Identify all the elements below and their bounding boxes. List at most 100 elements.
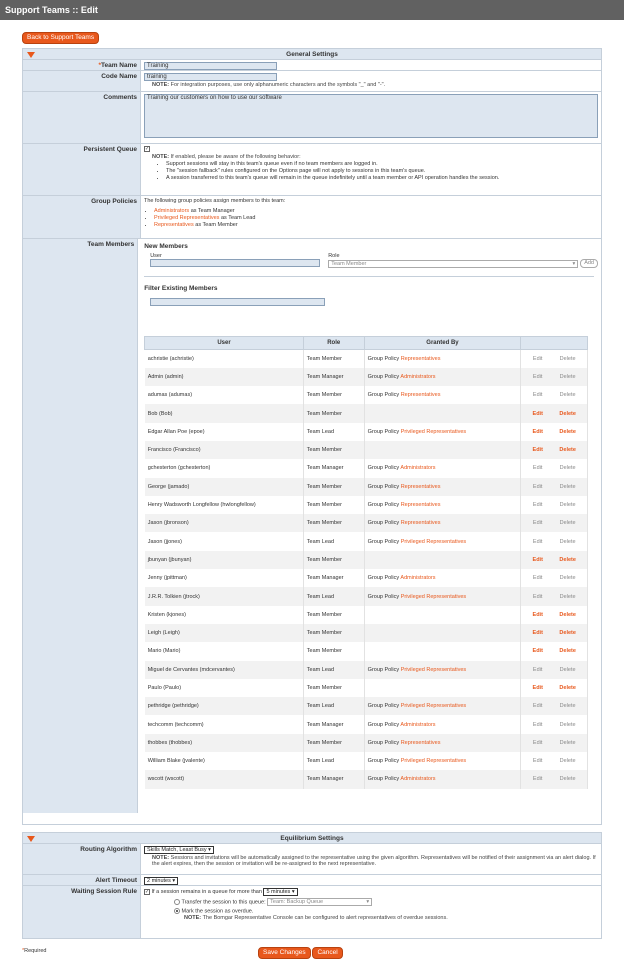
granted-by-policy-link[interactable]: Representatives (401, 356, 441, 362)
save-changes-button[interactable]: Save Changes (258, 947, 311, 959)
delete-member-button[interactable]: Delete (560, 594, 576, 600)
granted-by-policy-link[interactable]: Administrators (400, 465, 435, 471)
edit-member-button[interactable]: Edit (533, 520, 542, 526)
delete-member-button[interactable]: Delete (559, 411, 576, 417)
new-member-user-input[interactable] (150, 259, 321, 267)
delete-member-button[interactable]: Delete (559, 557, 576, 563)
team-name-label: Team Name (100, 62, 137, 69)
delete-member-button[interactable]: Delete (560, 392, 576, 398)
edit-member-button[interactable]: Edit (533, 594, 542, 600)
granted-by-policy-link[interactable]: Privileged Representatives (401, 667, 466, 673)
delete-member-button[interactable]: Delete (559, 429, 576, 435)
granted-by-policy-link[interactable]: Representatives (401, 484, 441, 490)
waiting-time-select[interactable]: 5 minutes ▾ (263, 888, 298, 896)
edit-member-button[interactable]: Edit (533, 411, 543, 417)
edit-member-button[interactable]: Edit (533, 703, 542, 709)
collapse-triangle-icon[interactable] (27, 52, 35, 58)
edit-member-button[interactable]: Edit (533, 484, 542, 490)
table-row: jbunyan (jbunyan) Team Member Edit Delete (144, 550, 589, 570)
granted-by-policy-link[interactable]: Administrators (400, 722, 435, 728)
edit-member-button[interactable]: Edit (533, 648, 543, 654)
edit-member-button[interactable]: Edit (533, 630, 543, 636)
table-row: Jenny (jpittman) Team Manager Group Policy… (144, 569, 589, 588)
edit-member-button[interactable]: Edit (533, 447, 543, 453)
delete-member-button[interactable]: Delete (560, 703, 576, 709)
delete-member-button[interactable]: Delete (560, 502, 576, 508)
delete-member-button[interactable]: Delete (560, 484, 576, 490)
edit-member-button[interactable]: Edit (533, 685, 543, 691)
team-name-input[interactable]: Training (144, 62, 277, 70)
transfer-session-radio[interactable] (174, 899, 180, 905)
alert-timeout-select[interactable]: 2 minutes ▾ (144, 877, 179, 885)
add-member-button[interactable]: Add (580, 259, 598, 268)
delete-member-button[interactable]: Delete (560, 758, 576, 764)
member-role: Team Lead (303, 752, 365, 771)
edit-member-button[interactable]: Edit (533, 612, 543, 618)
persistent-queue-checkbox[interactable]: ✓ (144, 146, 150, 153)
filter-members-input[interactable] (150, 298, 326, 306)
edit-member-button[interactable]: Edit (533, 758, 542, 764)
table-row: achristie (achristie) Team Member Group Po… (144, 349, 589, 368)
group-policy-link[interactable]: Privileged Representatives (154, 215, 219, 221)
member-user: adumas (adumas) (144, 386, 304, 405)
edit-member-button[interactable]: Edit (533, 776, 542, 782)
edit-member-button[interactable]: Edit (533, 465, 542, 471)
group-policy-link[interactable]: Representatives (154, 222, 194, 228)
delete-member-button[interactable]: Delete (560, 740, 576, 746)
edit-member-button[interactable]: Edit (533, 374, 542, 380)
new-member-role-select[interactable]: Team Member ▾ (328, 259, 579, 268)
transfer-queue-select[interactable]: Team: Backup Queue ▾ (267, 898, 373, 906)
member-user: J.R.R. Tolkien (jtrock) (144, 587, 304, 606)
back-to-support-teams-button[interactable]: Back to Support Teams (22, 32, 100, 44)
delete-member-button[interactable]: Delete (560, 539, 576, 545)
delete-member-button[interactable]: Delete (560, 667, 576, 673)
granted-by-policy-link[interactable]: Representatives (401, 740, 441, 746)
edit-member-button[interactable]: Edit (533, 356, 542, 362)
granted-by-policy-link[interactable]: Representatives (401, 520, 441, 526)
collapse-triangle-icon[interactable] (27, 836, 35, 842)
code-name-note: For integration purposes, use only alpha… (170, 82, 386, 88)
page-title: Support Teams :: Edit (0, 0, 624, 20)
delete-member-button[interactable]: Delete (560, 374, 576, 380)
delete-member-button[interactable]: Delete (560, 520, 576, 526)
delete-member-button[interactable]: Delete (560, 356, 576, 362)
edit-member-button[interactable]: Edit (533, 722, 542, 728)
delete-member-button[interactable]: Delete (559, 447, 576, 453)
routing-algorithm-select[interactable]: Skills Match, Least Busy ▾ (144, 846, 214, 854)
edit-member-button[interactable]: Edit (533, 502, 542, 508)
cancel-button[interactable]: Cancel (312, 947, 343, 959)
edit-member-button[interactable]: Edit (533, 557, 543, 563)
edit-member-button[interactable]: Edit (533, 392, 542, 398)
granted-by-policy-link[interactable]: Administrators (400, 374, 435, 380)
code-name-input[interactable]: training (144, 73, 277, 81)
edit-member-button[interactable]: Edit (533, 539, 542, 545)
mark-overdue-radio[interactable] (174, 908, 180, 914)
delete-member-button[interactable]: Delete (560, 465, 576, 471)
edit-member-button[interactable]: Edit (533, 667, 542, 673)
granted-by-policy-link[interactable]: Privileged Representatives (401, 703, 466, 709)
table-row: Henry Wadsworth Longfellow (hwlongfellow… (144, 495, 589, 515)
granted-by-policy-link[interactable]: Administrators (400, 575, 435, 581)
delete-member-button[interactable]: Delete (559, 648, 576, 654)
waiting-rule-checkbox[interactable]: ✓ (144, 888, 150, 895)
edit-member-button[interactable]: Edit (533, 429, 543, 435)
delete-member-button[interactable]: Delete (559, 630, 576, 636)
granted-by-policy-link[interactable]: Privileged Representatives (401, 429, 466, 435)
delete-member-button[interactable]: Delete (560, 575, 576, 581)
member-user: Francisco (Francisco) (144, 440, 304, 460)
granted-by-policy-link[interactable]: Privileged Representatives (401, 539, 466, 545)
member-role: Team Lead (303, 587, 365, 606)
comments-textarea[interactable]: Training our customers on how to use our… (144, 94, 598, 138)
delete-member-button[interactable]: Delete (560, 722, 576, 728)
delete-member-button[interactable]: Delete (560, 776, 576, 782)
granted-by-policy-link[interactable]: Representatives (401, 502, 441, 508)
edit-member-button[interactable]: Edit (533, 740, 542, 746)
edit-member-button[interactable]: Edit (533, 575, 542, 581)
granted-by-policy-link[interactable]: Privileged Representatives (401, 758, 466, 764)
delete-member-button[interactable]: Delete (559, 612, 576, 618)
granted-by-policy-link[interactable]: Administrators (400, 776, 435, 782)
granted-by-policy-link[interactable]: Representatives (401, 392, 441, 398)
granted-by-policy-link[interactable]: Privileged Representatives (401, 594, 466, 600)
delete-member-button[interactable]: Delete (559, 685, 576, 691)
group-policy-link[interactable]: Administrators (154, 208, 189, 214)
